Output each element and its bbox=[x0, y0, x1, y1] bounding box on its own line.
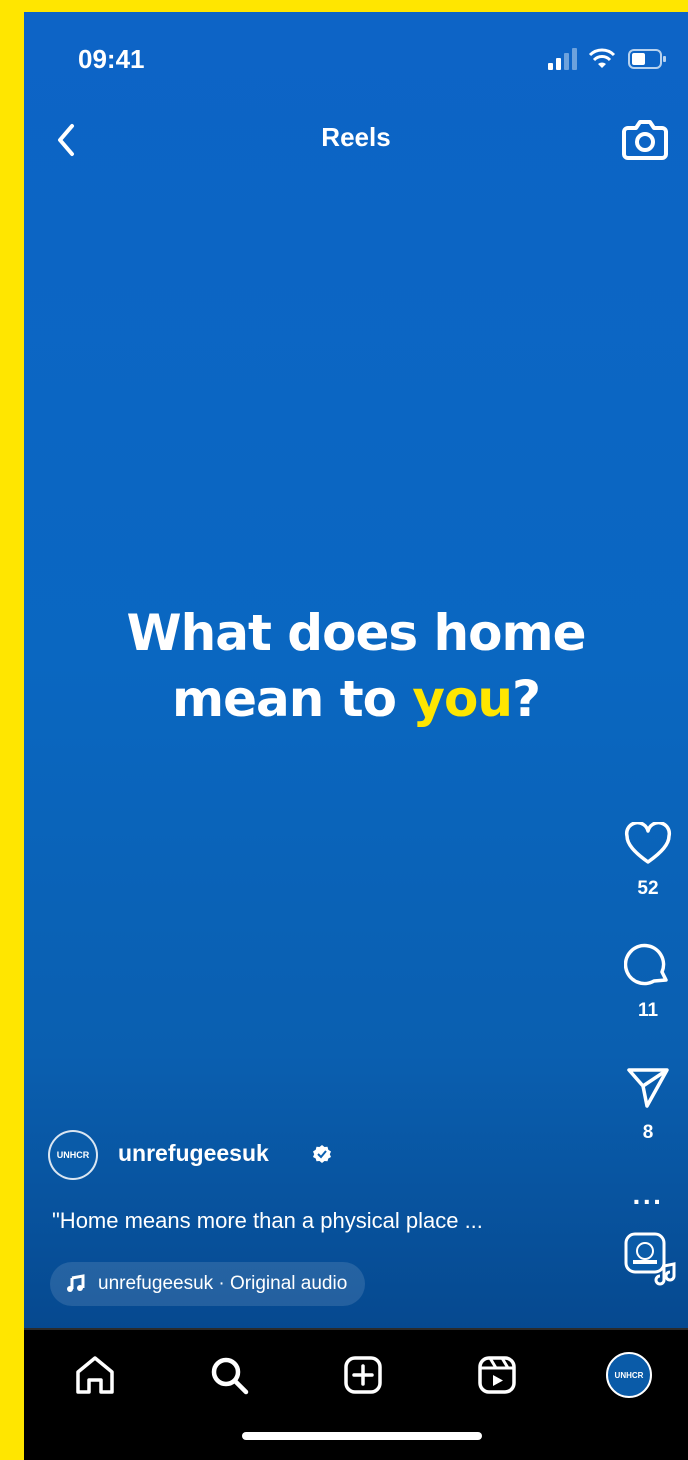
battery-icon bbox=[628, 49, 666, 69]
signal-icon bbox=[548, 48, 577, 70]
share-action: 8 bbox=[608, 1064, 688, 1144]
music-note-icon bbox=[67, 1274, 85, 1292]
headline-end: ? bbox=[511, 670, 541, 728]
profile-avatar[interactable]: UNHCR bbox=[606, 1352, 652, 1398]
comment-action: 11 bbox=[608, 940, 688, 1022]
heart-icon[interactable] bbox=[624, 822, 672, 866]
top-bar: Reels bbox=[24, 112, 688, 182]
audio-pill[interactable]: unrefugeesuk · Original audio bbox=[50, 1262, 366, 1306]
comment-count: 11 bbox=[637, 1000, 659, 1021]
author-username[interactable]: unrefugeesuk bbox=[118, 1140, 269, 1167]
audio-label: unrefugeesuk · Original audio bbox=[98, 1273, 348, 1294]
share-count: 8 bbox=[642, 1122, 654, 1143]
headline-text: mean to bbox=[172, 670, 413, 728]
home-indicator bbox=[242, 1432, 482, 1440]
send-icon[interactable] bbox=[625, 1064, 671, 1110]
reels-screen: 09:41 Reels What does home mean to you? … bbox=[24, 12, 688, 1460]
bottom-nav: UNHCR bbox=[24, 1328, 688, 1460]
verified-badge-icon bbox=[313, 1145, 331, 1163]
status-bar: 09:41 bbox=[24, 12, 688, 104]
status-icons bbox=[548, 48, 668, 72]
more-options-button[interactable]: ··· bbox=[608, 1186, 688, 1218]
reels-icon[interactable] bbox=[472, 1350, 522, 1400]
comment-icon[interactable] bbox=[624, 940, 672, 988]
create-icon[interactable] bbox=[338, 1350, 388, 1400]
like-action: 52 bbox=[608, 822, 688, 900]
reel-caption[interactable]: "Home means more than a physical place .… bbox=[52, 1208, 483, 1234]
author-avatar[interactable]: UNHCR bbox=[48, 1130, 98, 1180]
like-count: 52 bbox=[637, 878, 659, 899]
page-title: Reels bbox=[321, 122, 391, 152]
reel-headline: What does home mean to you? bbox=[24, 600, 688, 732]
search-icon[interactable] bbox=[204, 1350, 254, 1400]
home-icon[interactable] bbox=[70, 1350, 120, 1400]
author-row[interactable]: UNHCR unrefugeesuk bbox=[48, 1130, 568, 1182]
audio-track-icon[interactable] bbox=[624, 1232, 678, 1286]
headline-line-1: What does home bbox=[126, 604, 587, 662]
headline-highlight: you bbox=[412, 670, 513, 728]
headline-line-2: mean to you? bbox=[24, 666, 688, 732]
camera-icon[interactable] bbox=[620, 116, 670, 162]
reel-actions: 52 11 8 ··· bbox=[608, 812, 688, 1312]
wifi-icon bbox=[588, 48, 616, 68]
status-time: 09:41 bbox=[78, 44, 145, 74]
